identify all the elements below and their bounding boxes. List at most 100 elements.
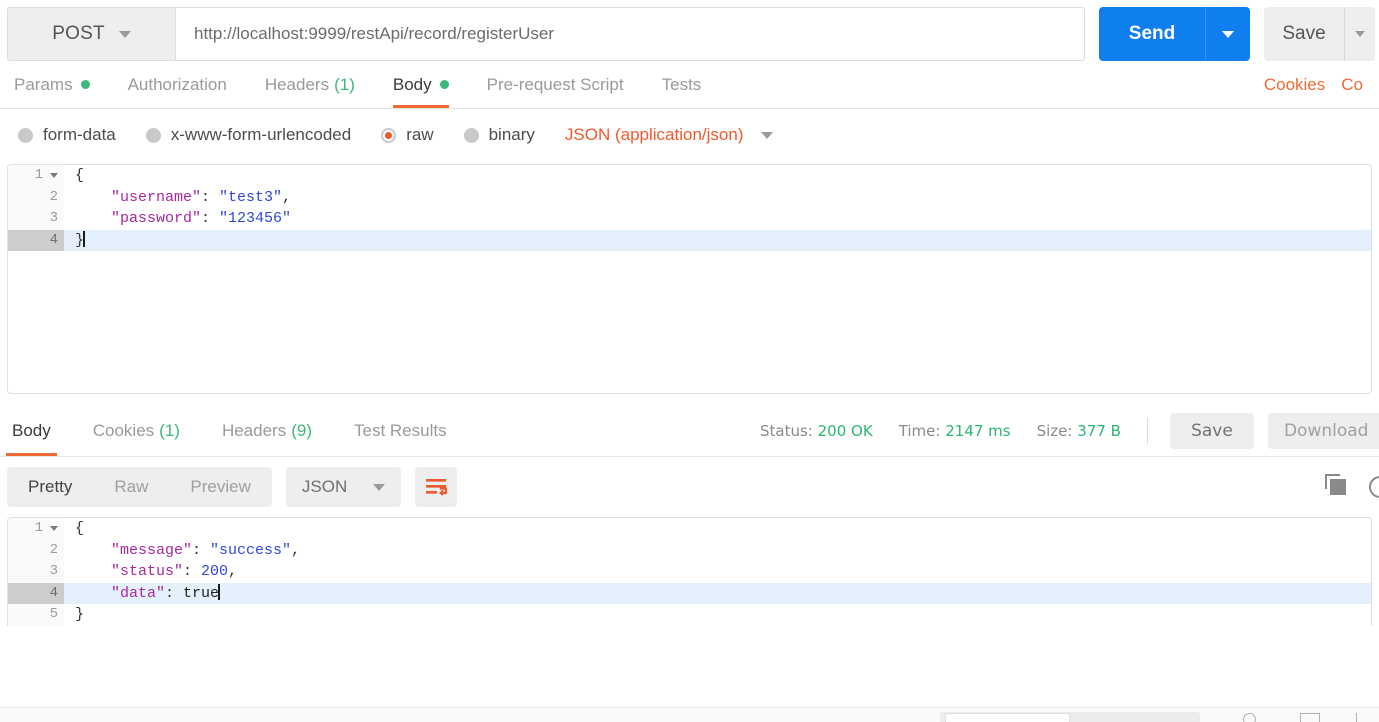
code-text: "data": true: [111, 584, 220, 603]
code-line: 4}: [8, 229, 1371, 251]
tab-status-dot: [439, 80, 449, 89]
response-tab-headers[interactable]: Headers (9): [216, 406, 318, 456]
line-number: 1: [8, 165, 64, 187]
code-text: "message": "success",: [111, 541, 301, 559]
response-download-button[interactable]: Download: [1267, 413, 1379, 449]
body-type-raw[interactable]: raw: [381, 125, 434, 145]
request-tab-headers[interactable]: Headers (1): [265, 61, 355, 108]
copy-icon[interactable]: [1325, 474, 1351, 500]
request-link-co[interactable]: Co: [1341, 75, 1363, 95]
code-line: 5}: [8, 604, 1371, 626]
response-view-toolbar: Pretty Raw Preview JSON: [0, 457, 1379, 517]
view-mode-pretty[interactable]: Pretty: [7, 477, 93, 497]
response-body-editor[interactable]: 1{2 "message": "success", 3 "status": 200…: [7, 517, 1372, 626]
send-button-group: Send: [1099, 7, 1250, 61]
radio-icon: [18, 127, 33, 143]
response-format-label: JSON: [301, 477, 348, 496]
chevron-down-icon: [118, 30, 131, 38]
tab-label: Headers: [264, 74, 330, 94]
active-tab-underline: [6, 453, 57, 456]
http-method-select[interactable]: POST: [7, 7, 175, 61]
fold-arrow-icon[interactable]: [50, 173, 58, 179]
code-line: 2 "message": "success",: [8, 539, 1371, 561]
save-button[interactable]: Save: [1264, 7, 1344, 61]
code-text: "password": "123456": [111, 210, 292, 228]
http-method-label: POST: [52, 23, 105, 44]
url-input[interactable]: http://localhost:9999/restApi/record/reg…: [175, 7, 1085, 61]
time-metric: Time: 2147 ms: [899, 422, 1011, 440]
line-number: 3: [8, 561, 64, 583]
request-tab-authorization[interactable]: Authorization: [128, 61, 227, 108]
tab-label: Authorization: [127, 74, 227, 94]
tab-label: Body: [12, 421, 51, 440]
tab-label: Test Results: [354, 421, 447, 440]
help-icon[interactable]: [1243, 713, 1256, 722]
tab-label: Params: [14, 74, 73, 94]
body-type-binary[interactable]: binary: [463, 125, 535, 145]
request-url-bar: POST http://localhost:9999/restApi/recor…: [7, 7, 1379, 61]
code-line: 1{: [8, 518, 1371, 540]
response-tabs: Body Cookies (1) Headers (9) Test Results Sta…: [0, 406, 1379, 457]
code-text: }: [75, 606, 85, 624]
send-button[interactable]: Send: [1099, 7, 1205, 61]
fold-arrow-icon[interactable]: [50, 526, 58, 532]
body-type-label: binary: [488, 125, 535, 144]
status-bar: [0, 707, 1379, 722]
chevron-down-icon: [1222, 30, 1234, 38]
content-type-label: JSON (application/json): [564, 125, 744, 144]
request-tab-pre-request-script[interactable]: Pre-request Script: [487, 61, 624, 108]
tab-count: (1): [334, 74, 355, 94]
view-mode-raw[interactable]: Raw: [93, 477, 169, 497]
request-tabs: Params Authorization Headers (1) Body Pre-req…: [0, 61, 1379, 109]
body-type-label: x-www-form-urlencoded: [170, 125, 352, 144]
body-type-form-data[interactable]: form-data: [18, 125, 116, 145]
tab-count: (1): [159, 421, 180, 440]
body-type-label: raw: [406, 125, 434, 144]
request-link-cookies[interactable]: Cookies: [1264, 75, 1325, 95]
request-tab-tests[interactable]: Tests: [662, 61, 702, 108]
tab-count: (9): [291, 421, 312, 440]
body-type-x-www-form-urlencoded[interactable]: x-www-form-urlencoded: [145, 125, 352, 145]
request-tab-params[interactable]: Params: [14, 61, 90, 108]
code-text: }: [75, 231, 85, 250]
response-tools: [1325, 457, 1379, 517]
time-label: Time:: [898, 422, 941, 440]
tab-label: Pre-request Script: [486, 74, 624, 94]
code-line: 3 "password": "123456": [8, 208, 1371, 230]
word-wrap-button[interactable]: [415, 467, 458, 507]
tab-label: Headers: [221, 421, 287, 440]
save-options-button[interactable]: [1344, 7, 1375, 61]
request-tab-body[interactable]: Body: [392, 61, 449, 108]
status-metric: Status: 200 OK: [760, 422, 873, 440]
request-tabs-right-links: Cookies Co: [1264, 61, 1379, 108]
chevron-down-icon: [761, 131, 774, 139]
line-number: 1: [8, 518, 64, 540]
tab-label: Body: [392, 74, 432, 94]
response-save-button[interactable]: Save: [1169, 413, 1254, 449]
response-separator: [0, 394, 1379, 406]
line-number: 2: [8, 539, 64, 561]
body-type-label: form-data: [43, 125, 116, 144]
view-mode-preview[interactable]: Preview: [169, 477, 271, 497]
code-line: 1{: [8, 165, 1371, 187]
response-format-select[interactable]: JSON: [285, 467, 402, 507]
tab-label: Cookies: [92, 421, 155, 440]
response-tab-body[interactable]: Body: [6, 406, 57, 456]
send-options-button[interactable]: [1205, 7, 1250, 61]
text-cursor: [218, 584, 220, 601]
sidebar-icon[interactable]: [1356, 713, 1367, 722]
content-type-select[interactable]: JSON (application/json): [565, 125, 774, 145]
line-number: 5: [8, 604, 64, 626]
active-tab-underline: [392, 105, 449, 108]
request-body-editor[interactable]: 1{2 "username": "test3", 3 "password": "1…: [7, 164, 1372, 394]
layout-icon[interactable]: [1300, 713, 1320, 722]
view-mode-group: Pretty Raw Preview: [7, 467, 272, 507]
status-label: Status:: [760, 422, 813, 440]
response-tab-test-results[interactable]: Test Results: [348, 406, 453, 456]
status-bar-search[interactable]: [945, 713, 1070, 722]
chevron-down-icon: [373, 483, 386, 491]
response-tab-cookies[interactable]: Cookies (1): [87, 406, 186, 456]
search-icon[interactable]: [1369, 476, 1379, 498]
tab-label: Tests: [661, 74, 702, 94]
text-cursor: [83, 231, 85, 248]
